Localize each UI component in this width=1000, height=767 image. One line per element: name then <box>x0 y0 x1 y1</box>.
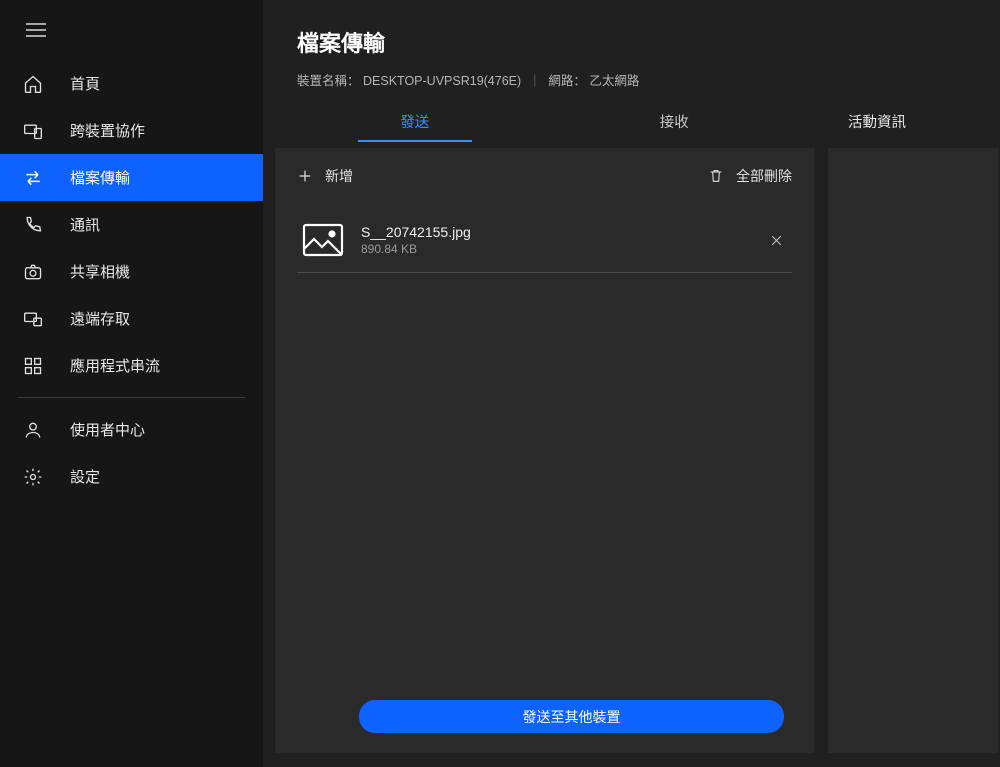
device-label: 裝置名稱： <box>297 74 360 88</box>
sidebar-item-label: 應用程式串流 <box>70 355 160 376</box>
remote-icon <box>22 308 44 330</box>
transfer-icon <box>22 167 44 189</box>
add-button[interactable]: 新增 <box>297 166 353 186</box>
send-button-label: 發送至其他裝置 <box>523 707 621 727</box>
device-info: 裝置名稱： DESKTOP-UVPSR19(476E) | 網路： 乙太網路 <box>297 70 966 89</box>
send-to-device-button[interactable]: 發送至其他裝置 <box>359 700 784 733</box>
info-separator: | <box>533 73 536 87</box>
file-panel: 新增 全部刪除 S__20742155.jpg 8 <box>275 148 814 753</box>
apps-icon <box>22 355 44 377</box>
sidebar-item-user-center[interactable]: 使用者中心 <box>0 406 263 453</box>
camera-icon <box>22 261 44 283</box>
file-meta: S__20742155.jpg 890.84 KB <box>361 224 748 256</box>
activity-column: 活動資訊 <box>826 97 1000 767</box>
file-size: 890.84 KB <box>361 242 748 256</box>
sidebar-item-remote-access[interactable]: 遠端存取 <box>0 295 263 342</box>
tab-send[interactable]: 發送 <box>285 97 545 142</box>
add-label: 新增 <box>325 166 353 186</box>
transfer-column: 發送 接收 新增 全部刪除 <box>263 97 826 767</box>
sidebar-item-label: 共享相機 <box>70 261 130 282</box>
main-header: 檔案傳輸 裝置名稱： DESKTOP-UVPSR19(476E) | 網路： 乙… <box>263 0 1000 97</box>
plus-icon <box>297 168 313 184</box>
content-row: 發送 接收 新增 全部刪除 <box>263 97 1000 767</box>
delete-all-button[interactable]: 全部刪除 <box>708 166 792 186</box>
home-icon <box>22 73 44 95</box>
sidebar-item-label: 遠端存取 <box>70 308 130 329</box>
sidebar: 首頁 跨裝置協作 檔案傳輸 通訊 共享相機 遠端存取 應用程式串 <box>0 0 263 767</box>
trash-icon <box>708 167 724 185</box>
phone-icon <box>22 214 44 236</box>
hamburger-menu-icon[interactable] <box>16 14 56 46</box>
sidebar-item-file-transfer[interactable]: 檔案傳輸 <box>0 154 263 201</box>
network-value: 乙太網路 <box>589 74 639 88</box>
sidebar-item-label: 設定 <box>70 466 100 487</box>
delete-all-label: 全部刪除 <box>736 166 792 186</box>
sidebar-item-label: 使用者中心 <box>70 419 145 440</box>
tab-bar: 發送 接收 <box>263 97 826 142</box>
sidebar-item-cross-device[interactable]: 跨裝置協作 <box>0 107 263 154</box>
tab-receive[interactable]: 接收 <box>545 97 805 142</box>
network-label: 網路： <box>548 74 586 88</box>
user-icon <box>22 419 44 441</box>
sidebar-item-communication[interactable]: 通訊 <box>0 201 263 248</box>
sidebar-item-label: 通訊 <box>70 214 100 235</box>
sidebar-item-label: 首頁 <box>70 73 100 94</box>
main-content: 檔案傳輸 裝置名稱： DESKTOP-UVPSR19(476E) | 網路： 乙… <box>263 0 1000 767</box>
sidebar-item-label: 檔案傳輸 <box>70 167 130 188</box>
sidebar-item-home[interactable]: 首頁 <box>0 60 263 107</box>
sidebar-item-app-stream[interactable]: 應用程式串流 <box>0 342 263 389</box>
file-name: S__20742155.jpg <box>361 224 748 240</box>
sidebar-item-share-camera[interactable]: 共享相機 <box>0 248 263 295</box>
devices-icon <box>22 120 44 142</box>
sidebar-item-label: 跨裝置協作 <box>70 120 145 141</box>
page-title: 檔案傳輸 <box>297 26 966 58</box>
close-icon <box>770 234 783 247</box>
activity-panel <box>828 148 998 753</box>
sidebar-divider <box>18 397 245 398</box>
gear-icon <box>22 466 44 488</box>
remove-file-button[interactable] <box>764 228 788 252</box>
device-value: DESKTOP-UVPSR19(476E) <box>363 74 521 88</box>
file-item[interactable]: S__20742155.jpg 890.84 KB <box>297 212 792 273</box>
image-file-icon <box>301 222 345 258</box>
sidebar-item-settings[interactable]: 設定 <box>0 453 263 500</box>
panel-toolbar: 新增 全部刪除 <box>297 166 792 186</box>
activity-title: 活動資訊 <box>826 97 1000 142</box>
